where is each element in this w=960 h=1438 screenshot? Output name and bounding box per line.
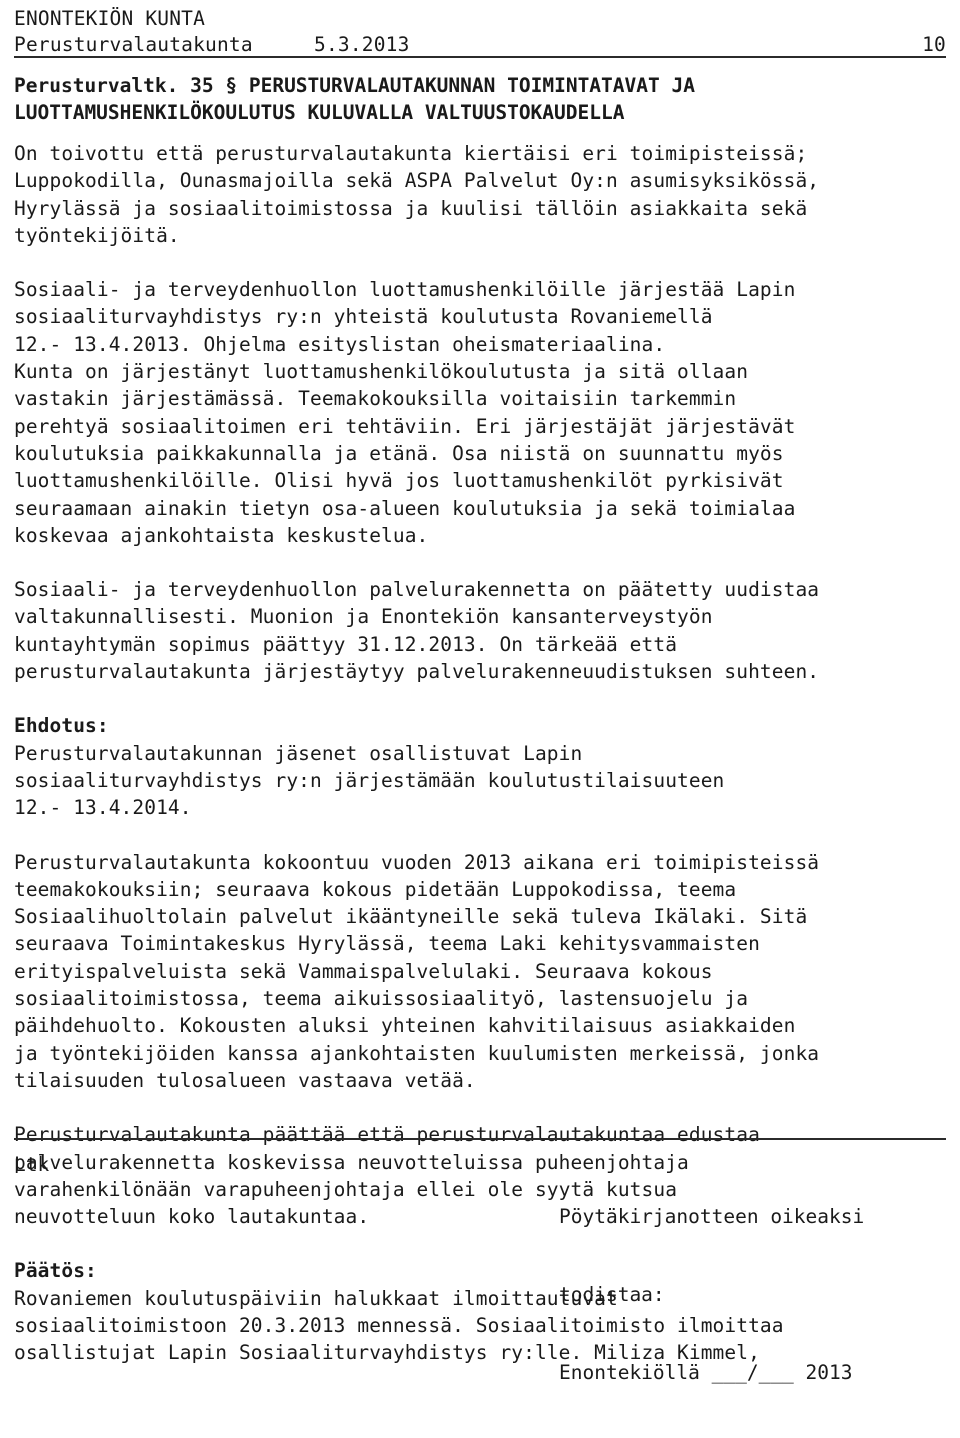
- proposal-label: Ehdotus:: [14, 714, 109, 738]
- case-label: Perusturvaltk.: [14, 74, 179, 97]
- document-page: ENONTEKIÖN KUNTA Perusturvalautakunta 5.…: [0, 0, 960, 1438]
- body-paragraph-2: Sosiaali- ja terveydenhuollon luottamush…: [14, 278, 796, 547]
- footer-certification-date-line: Enontekiöllä ___/___ 2013: [559, 1361, 853, 1384]
- header-body-name: Perusturvalautakunta: [14, 33, 253, 56]
- footer-columns: Ltk Pöytäkirjanotteen oikeaksi todistaa:…: [14, 1152, 946, 1438]
- header-meta-row: Perusturvalautakunta 5.3.2013 10: [14, 32, 946, 58]
- body-paragraph-1: On toivottu että perusturvalautakunta ki…: [14, 142, 820, 247]
- header-page-number: 10: [922, 33, 946, 56]
- title-heading-line1: PERUSTURVALAUTAKUNNAN TOIMINTATAVAT JA: [248, 74, 695, 97]
- page-title: Perusturvaltk. 35 § PERUSTURVALAUTAKUNNA…: [14, 72, 946, 126]
- footer-divider: [14, 1138, 946, 1140]
- footer-certification-line-1: Pöytäkirjanotteen oikeaksi: [559, 1205, 865, 1228]
- case-number: 35 §: [190, 74, 238, 97]
- footer-certification-block: Pöytäkirjanotteen oikeaksi todistaa: Eno…: [559, 1152, 946, 1438]
- body-paragraph-3: Sosiaali- ja terveydenhuollon palvelurak…: [14, 578, 820, 684]
- document-footer: Ltk Pöytäkirjanotteen oikeaksi todistaa:…: [14, 1138, 946, 1438]
- proposal-paragraph-1: Perusturvalautakunnan jäsenet osallistuv…: [14, 741, 725, 820]
- header-organization: ENONTEKIÖN KUNTA: [14, 7, 206, 30]
- document-header: ENONTEKIÖN KUNTA Perusturvalautakunta 5.…: [14, 0, 946, 58]
- footer-left-text: Ltk: [14, 1153, 50, 1176]
- title-heading-line2: LUOTTAMUSHENKILÖKOULUTUS KULUVALLA VALTU…: [14, 101, 625, 124]
- footer-certification-line-2: todistaa:: [559, 1283, 665, 1306]
- header-date: 5.3.2013: [314, 33, 410, 56]
- proposal-paragraph-2: Perusturvalautakunta kokoontuu vuoden 20…: [14, 850, 820, 1092]
